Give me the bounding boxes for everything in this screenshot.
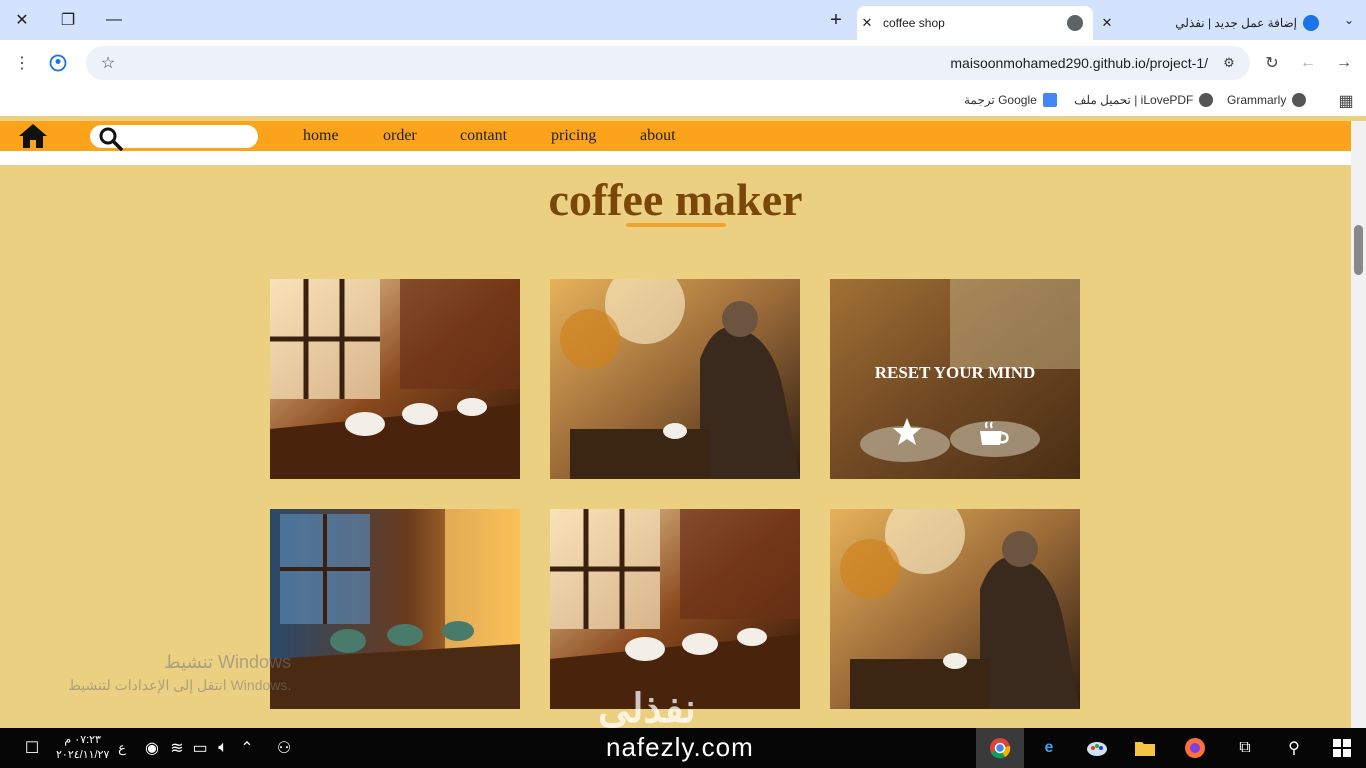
title-underline [626,223,726,227]
browser-tab-bar: ✕ ❐ — + ✕ coffee shop ✕ إضافة عمل جديد |… [0,0,1366,40]
url-text[interactable]: maisoonmohamed290.github.io/project-1/ [950,55,1208,71]
restore-window-button[interactable]: ❐ [55,8,81,32]
search-taskbar-icon[interactable]: ⚲ [1282,736,1306,760]
search-icon[interactable] [98,126,124,152]
notifications-icon[interactable]: ☐ [20,736,44,760]
clock-date: ٢٠٢٤/١١/٢٧ [56,749,110,761]
star-icon[interactable] [892,417,922,447]
bookmark-label: تحميل ملف | iLovePDF [1074,93,1194,107]
scrollbar-thumb[interactable] [1354,225,1363,275]
reload-icon[interactable]: ↻ [1259,50,1285,76]
minimize-window-button[interactable]: — [101,8,127,32]
volume-icon[interactable]: 🔈︎ [211,736,235,760]
edge-tray-icon[interactable]: ◉ [140,736,164,760]
gallery-image-4[interactable] [270,509,520,709]
profile-icon[interactable] [45,50,71,76]
nafezly-watermark-en: nafezly.com [606,732,754,762]
tab-search-chevron-icon[interactable]: ⌄ [1336,8,1362,32]
gallery-image-3[interactable]: RESET YOUR MIND [830,279,1080,479]
gallery-image-5[interactable] [550,509,800,709]
paint-taskbar-icon[interactable] [1085,736,1109,760]
page-title: coffee maker [548,174,803,225]
address-bar[interactable]: ☆ maisoonmohamed290.github.io/project-1/… [86,46,1250,80]
bookmark-ilovepdf[interactable]: تحميل ملف | iLovePDF [1074,93,1214,107]
bookmark-star-icon[interactable]: ☆ [95,50,121,76]
chevron-up-icon[interactable]: ⌃ [235,736,259,760]
coffee-cup-icon[interactable] [978,419,1010,449]
nav-link-contant[interactable]: contant [460,127,507,145]
translate-icon [1042,93,1057,107]
chrome-taskbar-icon[interactable] [988,736,1012,760]
edge-taskbar-icon[interactable]: e [1037,736,1061,760]
close-window-button[interactable]: ✕ [9,8,35,32]
new-tab-button[interactable]: + [823,8,849,32]
system-clock[interactable]: ٠٧:٢٣ م ٢٠٢٤/١١/٢٧ [56,733,109,763]
divider-strip [0,151,1351,165]
gallery-image-1[interactable] [270,279,520,479]
overlay-caption: RESET YOUR MIND [874,363,1036,382]
tab-close-icon[interactable]: ✕ [857,15,877,31]
gallery-image-6[interactable] [830,509,1080,709]
web-page: home order contant pricing about coffee … [0,121,1351,728]
browser-toolbar: ⋮ ☆ maisoonmohamed290.github.io/project-… [0,40,1366,86]
battery-icon[interactable]: ▭ [188,736,212,760]
gallery-image-2[interactable] [550,279,800,479]
back-icon[interactable]: → [1331,50,1357,76]
nafezly-favicon-icon [1303,15,1319,31]
nafezly-watermark-ar: نفذلي [598,687,696,731]
page-scrollbar[interactable] [1351,121,1366,728]
task-view-icon[interactable]: ⧉ [1233,736,1257,760]
bookmark-google-translate[interactable]: ترجمة Google [964,93,1057,107]
site-navbar: home order contant pricing about [0,121,1351,151]
nav-link-pricing[interactable]: pricing [551,127,596,145]
windows-taskbar: ☐ ٠٧:٢٣ م ٢٠٢٤/١١/٢٧ ع ◉ ≋ ▭ 🔈︎ ⌃ ⚇ nafe… [0,728,1366,768]
globe-icon [1292,93,1307,107]
people-icon[interactable]: ⚇ [272,736,296,760]
clock-time: ٠٧:٢٣ م [64,734,101,746]
nav-link-order[interactable]: order [383,127,417,145]
menu-dots-icon[interactable]: ⋮ [9,50,35,76]
bookmark-label: Grammarly [1227,93,1287,107]
tab-coffee-shop[interactable]: ✕ coffee shop [857,6,1093,40]
tab-close-icon[interactable]: ✕ [1097,15,1117,31]
site-settings-icon[interactable]: ⚙ [1216,50,1242,76]
apps-grid-icon[interactable]: ▦ [1333,88,1359,114]
bookmark-label: ترجمة Google [964,93,1037,107]
search-input[interactable] [90,125,258,151]
tab-title: إضافة عمل جديد | نفذلي [1175,16,1297,30]
gallery-section: coffee maker RESET YOUR MIND [0,165,1351,728]
windows-activation-subtitle: انتقل إلى الإعدادات لتنشيط Windows. [68,677,292,693]
language-indicator[interactable]: ع [110,736,134,760]
globe-icon [1199,93,1214,107]
windows-start-icon[interactable] [1330,736,1354,760]
home-icon[interactable] [18,123,48,149]
firefox-taskbar-icon[interactable] [1183,736,1207,760]
bookmarks-bar: ترجمة Google تحميل ملف | iLovePDF Gramma… [0,86,1366,116]
wifi-icon[interactable]: ≋ [165,736,189,760]
file-explorer-icon[interactable] [1133,736,1157,760]
nav-link-about[interactable]: about [640,127,676,145]
tab-title: coffee shop [883,16,945,30]
globe-icon [1067,15,1083,31]
tab-nafezly[interactable]: ✕ إضافة عمل جديد | نفذلي [1097,6,1327,40]
nav-link-home[interactable]: home [303,127,339,145]
forward-icon[interactable]: ← [1295,50,1321,76]
windows-activation-title: تنشيط Windows [164,652,292,672]
bookmark-grammarly[interactable]: Grammarly [1227,93,1307,107]
